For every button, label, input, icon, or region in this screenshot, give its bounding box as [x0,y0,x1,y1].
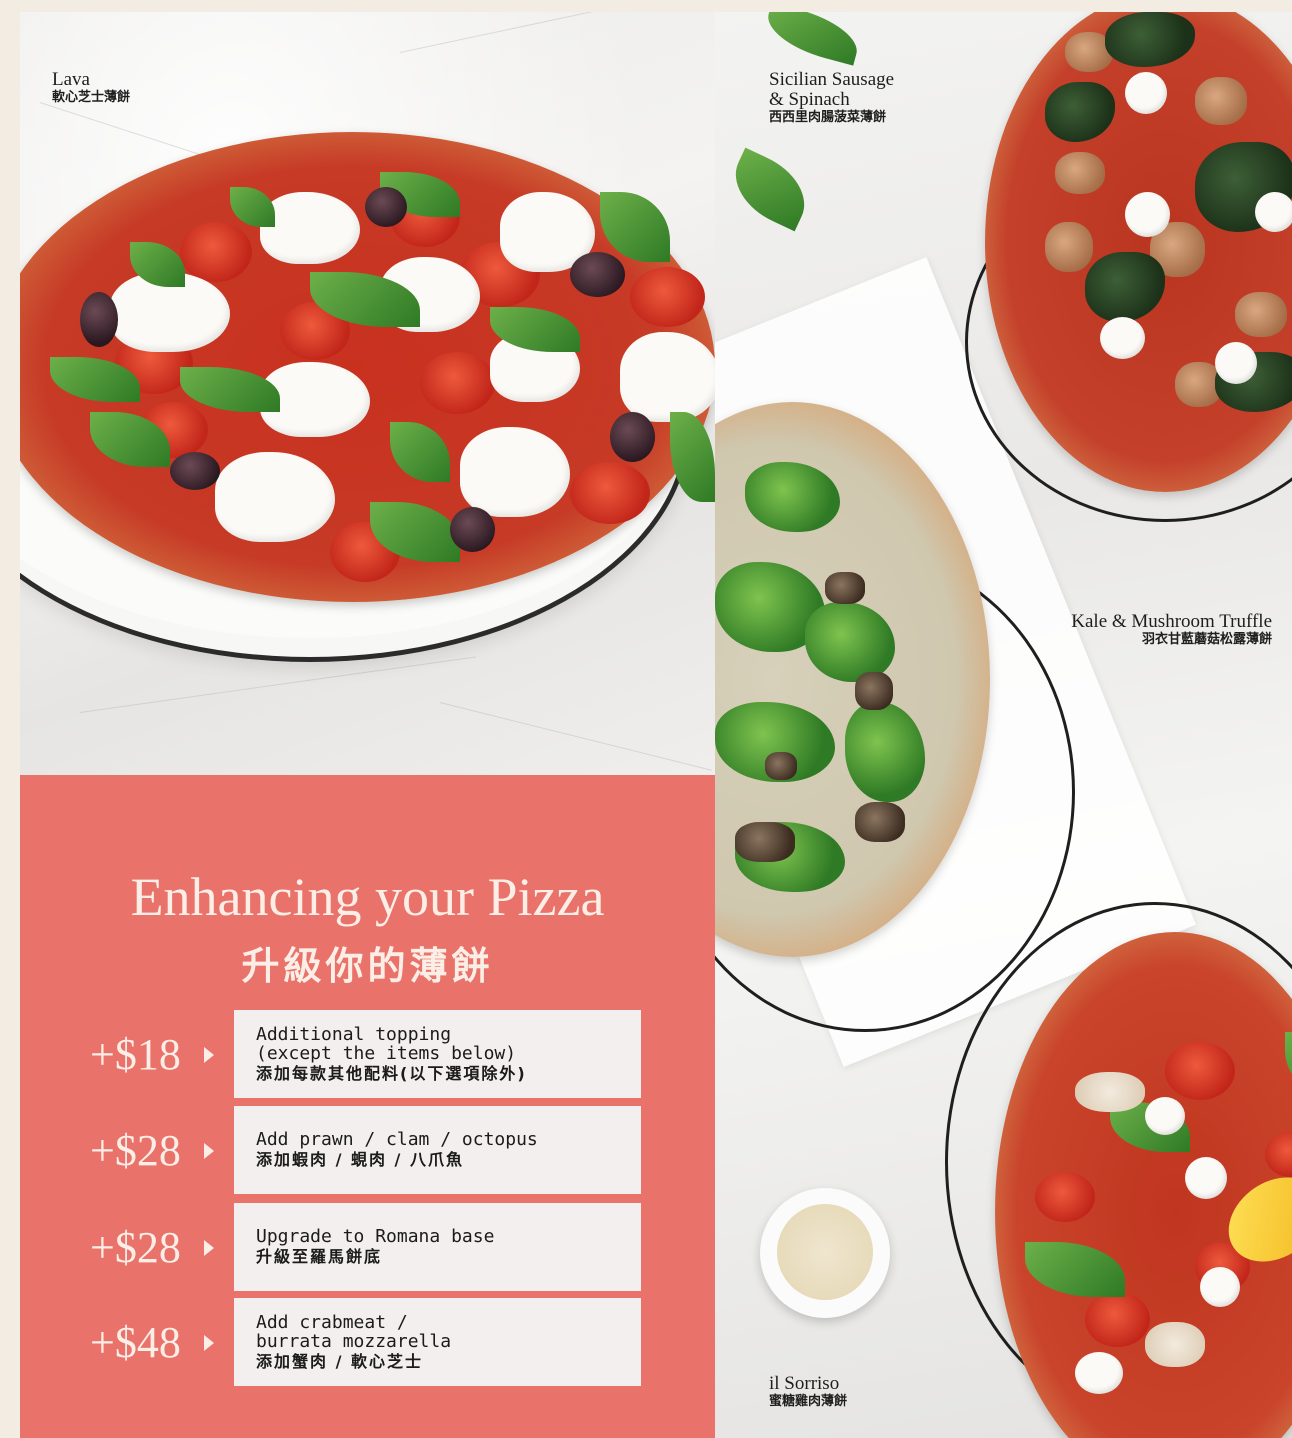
lava-pizza [20,132,715,602]
sorriso-name-zh: 蜜糖雞肉薄餅 [769,1394,848,1409]
sorriso-label: il Sorriso 蜜糖雞肉薄餅 [769,1374,847,1410]
option-text-en: Upgrade to Romana base [256,1226,495,1247]
arrow-right-icon [204,1047,214,1063]
option-row: +$18 Additional topping (except the item… [90,1010,642,1098]
option-row: +$28 Add prawn / clam / octopus 添加蝦肉 / 蜆… [90,1106,642,1194]
lava-name-zh: 軟心芝士薄餅 [52,90,131,105]
enhance-subtitle: 升級你的薄餅 [241,943,494,988]
arrow-right-icon [204,1240,214,1256]
option-price: +$48 [90,1317,181,1367]
sicilian-name-en: Sicilian Sausage & Spinach [769,69,895,110]
kale-name-en: Kale & Mushroom Truffle [1071,611,1272,632]
menu-page: Lava 軟心芝士薄餅 Enhancing your Pizza 升級你的薄餅 … [20,12,1292,1438]
arrow-right-icon [204,1143,214,1159]
sorriso-name-en: il Sorriso [769,1373,840,1394]
kale-name-zh: 羽衣甘藍蘑菇松露薄餅 [1141,632,1272,647]
sicilian-label: Sicilian Sausage & Spinach 西西里肉腸菠菜薄餅 [769,70,894,126]
option-box: Additional topping (except the items bel… [234,1010,641,1098]
sicilian-name-zh: 西西里肉腸菠菜薄餅 [769,110,887,125]
lava-label: Lava 軟心芝士薄餅 [52,70,130,106]
option-row: +$48 Add crabmeat / burrata mozzarella 添… [90,1298,642,1386]
option-text-zh: 添加每款其他配料(以下選項除外) [256,1063,527,1083]
option-text-en: Add prawn / clam / octopus [256,1129,538,1150]
enhance-panel: Enhancing your Pizza 升級你的薄餅 +$18 Additio… [20,775,715,1438]
enhance-title: Enhancing your Pizza [130,867,605,927]
option-box: Add prawn / clam / octopus 添加蝦肉 / 蜆肉 / 八… [234,1106,641,1194]
arrow-right-icon [204,1335,214,1351]
option-box: Upgrade to Romana base 升級至羅馬餅底 [234,1203,641,1291]
option-text-en: Add crabmeat / burrata mozzarella [256,1311,452,1352]
option-price: +$18 [90,1029,181,1079]
kale-label: Kale & Mushroom Truffle 羽衣甘藍蘑菇松露薄餅 [1071,612,1272,648]
option-text-zh: 添加蟹肉 / 軟心芝士 [256,1351,423,1371]
lava-pizza-photo: Lava 軟心芝士薄餅 [20,12,715,775]
option-text-zh: 添加蝦肉 / 蜆肉 / 八爪魚 [256,1150,464,1169]
option-text-zh: 升級至羅馬餅底 [256,1247,383,1266]
lava-name-en: Lava [52,69,90,90]
option-box: Add crabmeat / burrata mozzarella 添加蟹肉 /… [234,1298,641,1386]
option-text-en: Additional topping (except the items bel… [256,1023,517,1064]
option-row: +$28 Upgrade to Romana base 升級至羅馬餅底 [90,1203,642,1291]
option-price: +$28 [90,1125,181,1175]
option-price: +$28 [90,1222,181,1272]
pizza-spread-photo: Sicilian Sausage & Spinach 西西里肉腸菠菜薄餅 Kal… [715,12,1292,1438]
